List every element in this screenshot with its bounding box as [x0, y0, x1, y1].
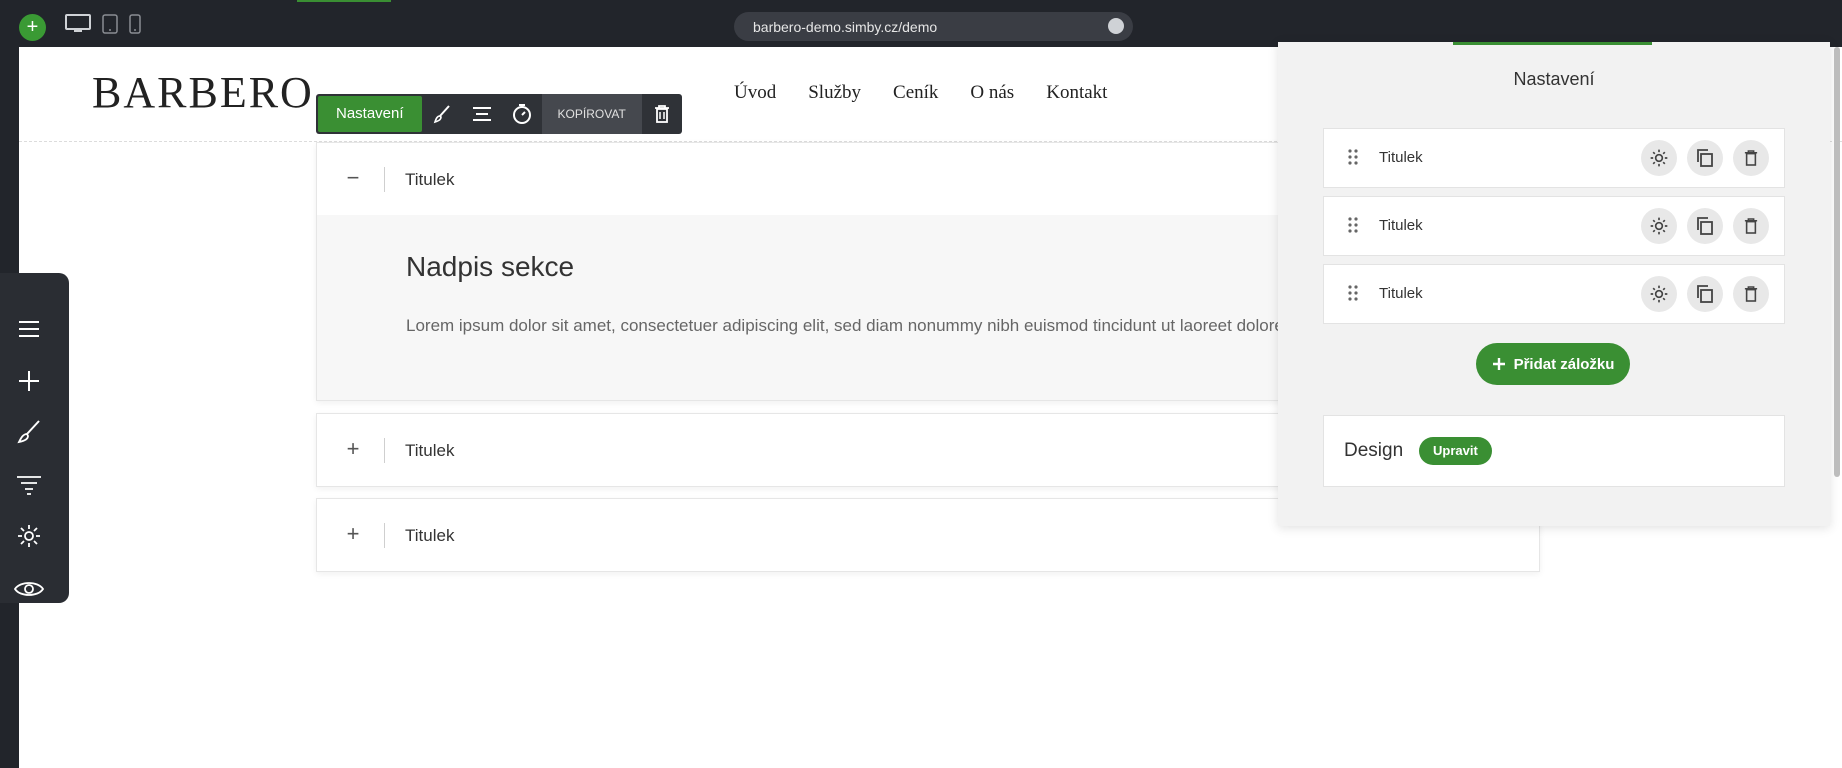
accordion-title: Titulek — [405, 170, 455, 189]
add-tab-label: Přidat záložku — [1513, 355, 1615, 373]
align-icon[interactable] — [462, 94, 502, 134]
nav-item-cenik[interactable]: Ceník — [893, 82, 938, 104]
gear-icon[interactable] — [1641, 140, 1677, 176]
expand-icon[interactable]: + — [343, 436, 363, 462]
copy-button[interactable]: KOPÍROVAT — [541, 94, 642, 134]
expand-icon[interactable]: + — [343, 521, 363, 547]
filter-icon[interactable] — [0, 465, 58, 505]
url-text: barbero-demo.simby.cz/demo — [753, 19, 938, 35]
plus-icon[interactable] — [0, 361, 58, 401]
design-label: Design — [1344, 440, 1404, 461]
topbar-accent — [297, 0, 391, 2]
header-separator — [384, 438, 385, 463]
element-toolbar: Nastavení KOPÍROVAT — [316, 94, 682, 134]
desktop-icon[interactable] — [65, 14, 91, 39]
element-settings-button[interactable]: Nastavení — [318, 96, 422, 132]
tab-row[interactable]: Titulek — [1323, 264, 1785, 324]
settings-panel: Nastavení Titulek Titulek Titulek Přidat… — [1278, 42, 1830, 526]
nav-item-o-nas[interactable]: O nás — [970, 82, 1014, 104]
section-heading: Nadpis sekce — [406, 251, 575, 282]
copy-icon[interactable] — [1687, 276, 1723, 312]
trash-icon[interactable] — [642, 94, 682, 134]
copy-icon[interactable] — [1687, 140, 1723, 176]
accordion-title: Titulek — [405, 526, 455, 545]
gear-icon[interactable] — [0, 516, 58, 556]
nav-item-sluzby[interactable]: Služby — [808, 82, 861, 104]
nav-item-uvod[interactable]: Úvod — [734, 82, 776, 104]
tab-row-title: Titulek — [1379, 217, 1423, 234]
add-element-button[interactable]: + — [19, 14, 46, 41]
site-nav: Úvod Služby Ceník O nás Kontakt — [734, 82, 1107, 104]
tab-row-title: Titulek — [1379, 285, 1423, 302]
header-separator — [384, 167, 385, 192]
copy-icon[interactable] — [1687, 208, 1723, 244]
tablet-icon[interactable] — [102, 14, 118, 39]
header-separator — [384, 523, 385, 548]
url-settings-icon[interactable] — [1108, 18, 1124, 34]
gear-icon[interactable] — [1641, 208, 1677, 244]
brush-icon[interactable] — [422, 94, 462, 134]
tab-row-title: Titulek — [1379, 149, 1423, 166]
editor-topbar: + barbero-demo.simby.cz/demo — [0, 0, 1842, 47]
url-bar[interactable]: barbero-demo.simby.cz/demo — [734, 12, 1133, 41]
gear-icon[interactable] — [1641, 276, 1677, 312]
menu-icon[interactable] — [0, 309, 58, 349]
drag-handle-icon[interactable] — [1348, 149, 1358, 170]
collapse-icon[interactable]: − — [343, 165, 363, 191]
animation-timer-icon[interactable] — [502, 94, 542, 134]
edit-design-button[interactable]: Upravit — [1419, 437, 1492, 465]
site-logo[interactable]: BARBERO — [92, 67, 314, 118]
add-tab-button[interactable]: Přidat záložku — [1476, 343, 1630, 385]
trash-icon[interactable] — [1733, 208, 1769, 244]
brush-icon[interactable] — [0, 412, 58, 452]
panel-scrollbar[interactable] — [1834, 47, 1840, 477]
tab-row[interactable]: Titulek — [1323, 196, 1785, 256]
drag-handle-icon[interactable] — [1348, 285, 1358, 306]
panel-title: Nastavení — [1513, 69, 1595, 89]
nav-item-kontakt[interactable]: Kontakt — [1046, 82, 1107, 104]
accordion-title: Titulek — [405, 441, 455, 460]
drag-handle-icon[interactable] — [1348, 217, 1358, 238]
tab-row[interactable]: Titulek — [1323, 128, 1785, 188]
panel-accent — [1453, 42, 1652, 45]
trash-icon[interactable] — [1733, 140, 1769, 176]
plus-icon — [1492, 358, 1505, 370]
trash-icon[interactable] — [1733, 276, 1769, 312]
editor-sidebar — [0, 273, 69, 603]
mobile-icon[interactable] — [129, 14, 141, 39]
design-section: Design Upravit — [1323, 415, 1785, 487]
eye-icon[interactable] — [0, 569, 58, 609]
